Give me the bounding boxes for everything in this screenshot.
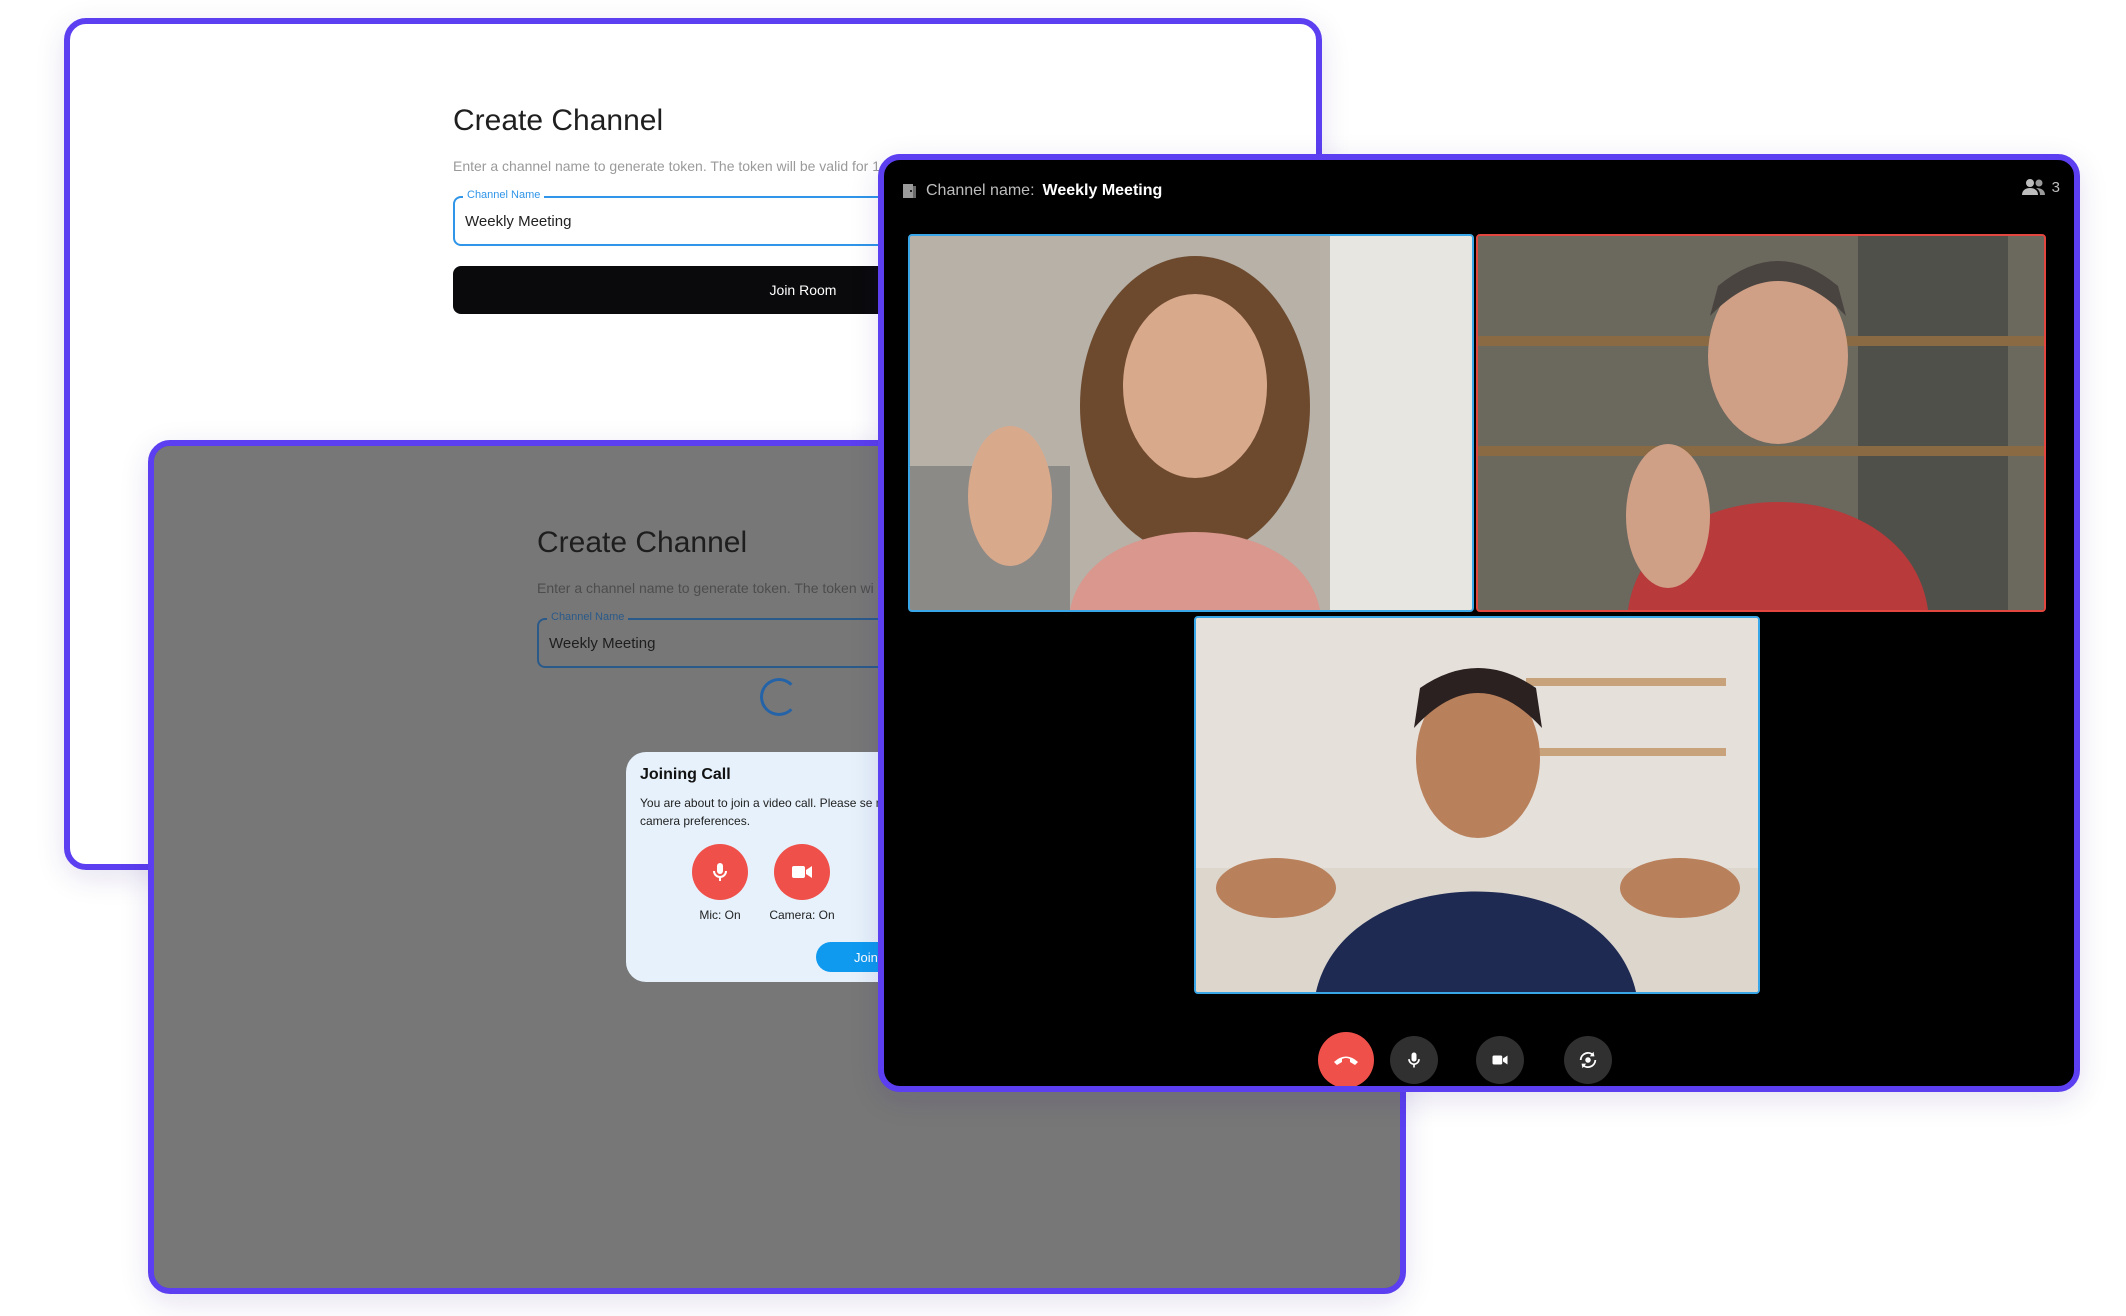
camera-status-label: Camera: On <box>769 908 835 922</box>
video-call-screen: Channel name: Weekly Meeting 3 <box>878 154 2080 1092</box>
channel-name-label: Channel name: <box>926 182 1035 199</box>
channel-name-value: Weekly Meeting <box>549 635 656 652</box>
participant-video <box>1478 236 2044 610</box>
call-header: Channel name: Weekly Meeting <box>900 178 1162 204</box>
door-icon <box>903 184 916 198</box>
loading-spinner <box>760 678 798 716</box>
mic-toggle-button[interactable] <box>692 844 748 900</box>
video-camera-icon <box>792 866 812 878</box>
camera-button[interactable] <box>1476 1036 1524 1084</box>
end-call-icon <box>1334 1056 1358 1065</box>
camera-toggle-button[interactable] <box>774 844 830 900</box>
mic-button[interactable] <box>1390 1036 1438 1084</box>
switch-camera-icon <box>1579 1051 1597 1069</box>
channel-name-label: Channel Name <box>463 189 545 201</box>
participant-video <box>1196 618 1758 992</box>
participant-video <box>910 236 1472 610</box>
people-icon <box>2021 179 2045 195</box>
switch-camera-button[interactable] <box>1564 1036 1612 1084</box>
join-room-label: Join Room <box>769 282 837 298</box>
channel-name-value: Weekly Meeting <box>465 213 572 230</box>
mic-icon <box>713 863 727 881</box>
call-controls <box>884 1032 2074 1086</box>
end-call-button[interactable] <box>1318 1032 1374 1086</box>
page-title: Create Channel <box>453 104 664 137</box>
participant-video-tile[interactable] <box>1476 234 2046 612</box>
dialog-title: Joining Call <box>640 766 731 783</box>
video-camera-icon <box>1492 1055 1508 1065</box>
participants-indicator[interactable]: 3 <box>2021 178 2060 196</box>
participant-video-tile[interactable] <box>1194 616 1760 994</box>
channel-name-label: Channel Name <box>547 611 629 623</box>
channel-name-value: Weekly Meeting <box>1042 182 1163 199</box>
participant-count: 3 <box>2051 178 2060 196</box>
join-call-label: Join <box>854 949 878 965</box>
mic-icon <box>1408 1052 1420 1068</box>
participant-video-tile[interactable] <box>908 234 1474 612</box>
